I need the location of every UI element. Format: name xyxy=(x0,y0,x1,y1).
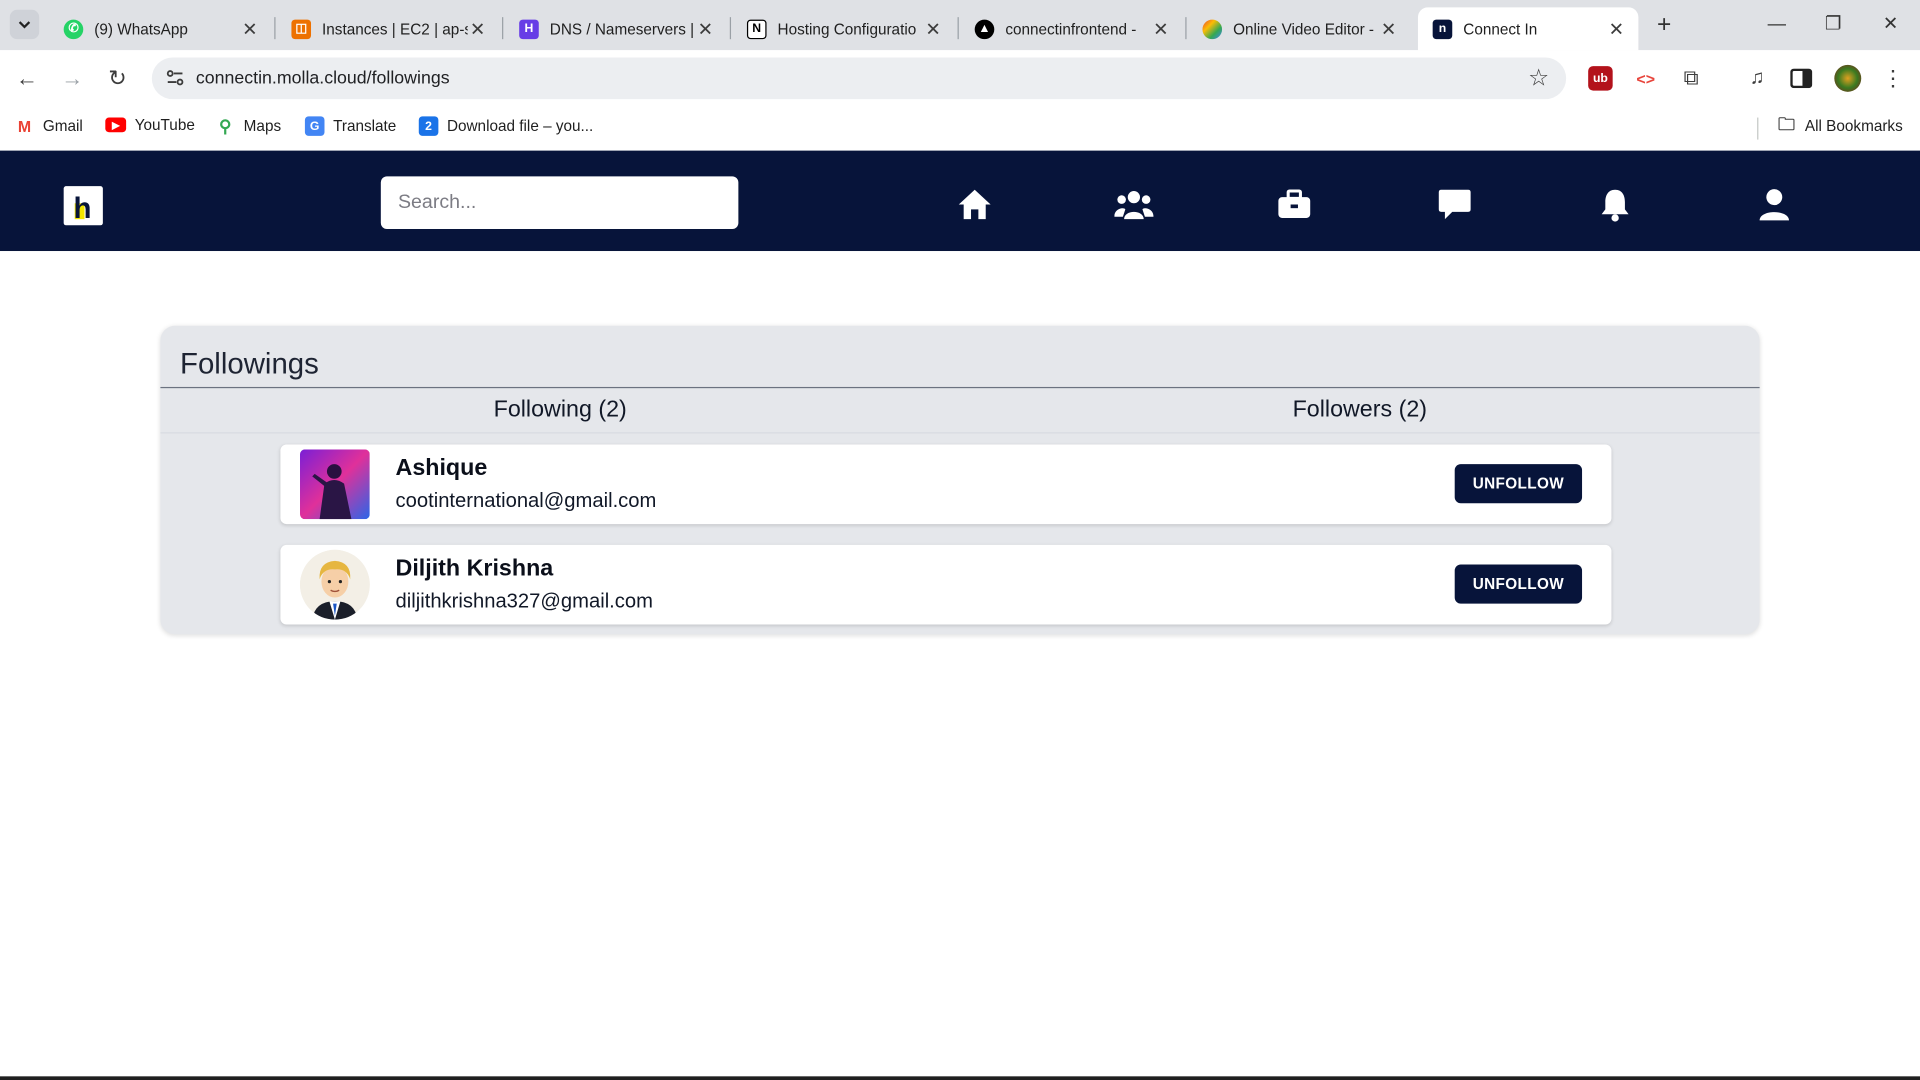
search-input[interactable] xyxy=(380,176,739,229)
browser-tab-dns[interactable]: H DNS / Nameservers | ✕ xyxy=(504,7,727,50)
network-icon[interactable] xyxy=(1114,186,1154,223)
chevron-down-icon xyxy=(18,21,31,29)
gmail-icon: M xyxy=(17,116,32,136)
tab-followers[interactable]: Followers (2) xyxy=(960,397,1760,424)
profile-icon[interactable] xyxy=(1755,186,1794,223)
unfollow-button[interactable]: UNFOLLOW xyxy=(1454,564,1583,604)
close-icon[interactable]: ✕ xyxy=(1151,18,1171,40)
unfollow-button[interactable]: UNFOLLOW xyxy=(1454,464,1583,504)
side-panel-icon[interactable] xyxy=(1789,66,1813,90)
user-name: Diljith Krishna xyxy=(395,555,554,582)
site-logo[interactable]: h xyxy=(63,186,103,226)
bookmark-maps[interactable]: ⚲ Maps xyxy=(216,115,282,136)
address-bar[interactable]: connectin.molla.cloud/followings ☆ xyxy=(151,57,1567,100)
browser-tab-vercel[interactable]: ▲ connectinfrontend - ✕ xyxy=(960,7,1183,50)
forward-icon[interactable]: → xyxy=(56,62,88,94)
new-tab-button[interactable]: + xyxy=(1651,10,1678,39)
browser-tab-ec2[interactable]: ◫ Instances | EC2 | ap-s ✕ xyxy=(277,7,500,50)
tab-following[interactable]: Following (2) xyxy=(160,397,960,424)
bookmark-gmail[interactable]: M Gmail xyxy=(15,116,83,136)
user-name: Ashique xyxy=(395,455,488,482)
tab-title: Online Video Editor - xyxy=(1233,20,1375,38)
ublock-icon[interactable]: ub xyxy=(1588,66,1613,91)
followings-card: Followings Following (2) Followers (2) A… xyxy=(160,325,1760,635)
browser-tab-connect-in[interactable]: n Connect In ✕ xyxy=(1417,7,1639,51)
avatar xyxy=(300,549,370,620)
profile-avatar[interactable] xyxy=(1834,64,1862,92)
tab-search-button[interactable] xyxy=(9,9,40,40)
video-editor-icon xyxy=(1202,18,1223,39)
reload-icon[interactable]: ↻ xyxy=(102,62,134,94)
taskbar-edge xyxy=(0,1076,1920,1080)
messages-icon[interactable] xyxy=(1435,186,1474,223)
tab-title: DNS / Nameservers | xyxy=(549,20,695,38)
bookmark-youtube[interactable]: ▶ YouTube xyxy=(105,116,195,133)
close-icon[interactable]: ✕ xyxy=(1607,18,1627,40)
youtube-icon: ▶ xyxy=(105,117,127,133)
media-control-icon[interactable]: ♫ xyxy=(1745,66,1769,90)
list-item: Ashique cootinternational@gmail.com UNFO… xyxy=(280,444,1612,525)
download-icon: 2 xyxy=(418,116,439,136)
jobs-icon[interactable] xyxy=(1275,186,1314,223)
all-bookmarks-label: All Bookmarks xyxy=(1804,117,1903,135)
tab-title: Instances | EC2 | ap-s xyxy=(322,20,468,38)
close-icon[interactable]: ✕ xyxy=(1379,18,1399,40)
page-title: Followings xyxy=(180,347,319,381)
user-email: cootinternational@gmail.com xyxy=(395,489,657,512)
bookmark-label: Translate xyxy=(333,117,397,135)
aws-ec2-icon: ◫ xyxy=(291,18,312,39)
tab-title: Hosting Configuratio xyxy=(777,20,917,38)
site-info-icon[interactable] xyxy=(164,67,186,89)
translate-icon: G xyxy=(304,116,325,136)
code-extension-icon[interactable]: <> xyxy=(1633,66,1657,90)
bookmark-label: Maps xyxy=(243,117,282,135)
tab-title: Connect In xyxy=(1463,20,1538,38)
vercel-icon: ▲ xyxy=(974,18,995,39)
minimize-icon[interactable]: — xyxy=(1758,10,1795,39)
bookmark-star-icon[interactable]: ☆ xyxy=(1528,65,1549,93)
bookmarks-bar: M Gmail ▶ YouTube ⚲ Maps G Translate 2 D… xyxy=(0,106,1920,151)
whatsapp-icon: ✆ xyxy=(63,18,84,39)
tab-title: connectinfrontend - xyxy=(1005,20,1137,38)
avatar xyxy=(300,449,370,520)
bookmark-label: Download file – you... xyxy=(446,117,594,135)
follow-tabs: Following (2) Followers (2) xyxy=(160,388,1760,434)
user-email: diljithkrishna327@gmail.com xyxy=(395,590,653,613)
menu-icon[interactable]: ⋮ xyxy=(1881,66,1905,90)
notifications-icon[interactable] xyxy=(1596,186,1635,223)
browser-toolbar: ← → ↻ connectin.molla.cloud/followings ☆… xyxy=(0,50,1920,107)
hostinger-icon: H xyxy=(519,18,539,39)
bookmark-label: Gmail xyxy=(42,117,83,135)
close-icon[interactable]: ✕ xyxy=(923,18,943,40)
tab-title: (9) WhatsApp xyxy=(94,20,188,38)
close-icon[interactable]: ✕ xyxy=(468,18,488,40)
bookmark-translate[interactable]: G Translate xyxy=(304,116,397,136)
home-icon[interactable] xyxy=(955,186,994,223)
all-bookmarks[interactable]: 🗀 All Bookmarks xyxy=(1777,113,1903,136)
extensions-icon[interactable]: ⧉ xyxy=(1679,66,1703,90)
maps-icon: ⚲ xyxy=(219,115,232,136)
close-icon[interactable]: ✕ xyxy=(240,18,260,40)
bookmark-download-file[interactable]: 2 Download file – you... xyxy=(418,116,594,136)
folder-icon: 🗀 xyxy=(1777,113,1796,134)
connectin-icon: n xyxy=(1432,18,1453,39)
bookmark-label: YouTube xyxy=(134,116,195,134)
back-icon[interactable]: ← xyxy=(11,62,43,94)
notion-icon: N xyxy=(746,18,767,39)
browser-tab-hosting[interactable]: N Hosting Configuratio ✕ xyxy=(732,7,955,50)
browser-tab-whatsapp[interactable]: ✆ (9) WhatsApp ✕ xyxy=(49,7,272,50)
restore-icon[interactable]: ❐ xyxy=(1815,10,1852,39)
browser-tab-strip: ✆ (9) WhatsApp ✕ ◫ Instances | EC2 | ap-… xyxy=(0,0,1920,51)
list-item: Diljith Krishna diljithkrishna327@gmail.… xyxy=(280,544,1612,625)
browser-tab-video-editor[interactable]: Online Video Editor - ✕ xyxy=(1188,7,1411,50)
close-icon[interactable]: ✕ xyxy=(696,18,716,40)
address-url: connectin.molla.cloud/followings xyxy=(195,68,450,89)
window-close-icon[interactable]: ✕ xyxy=(1872,10,1909,39)
site-navbar: h xyxy=(0,150,1920,252)
